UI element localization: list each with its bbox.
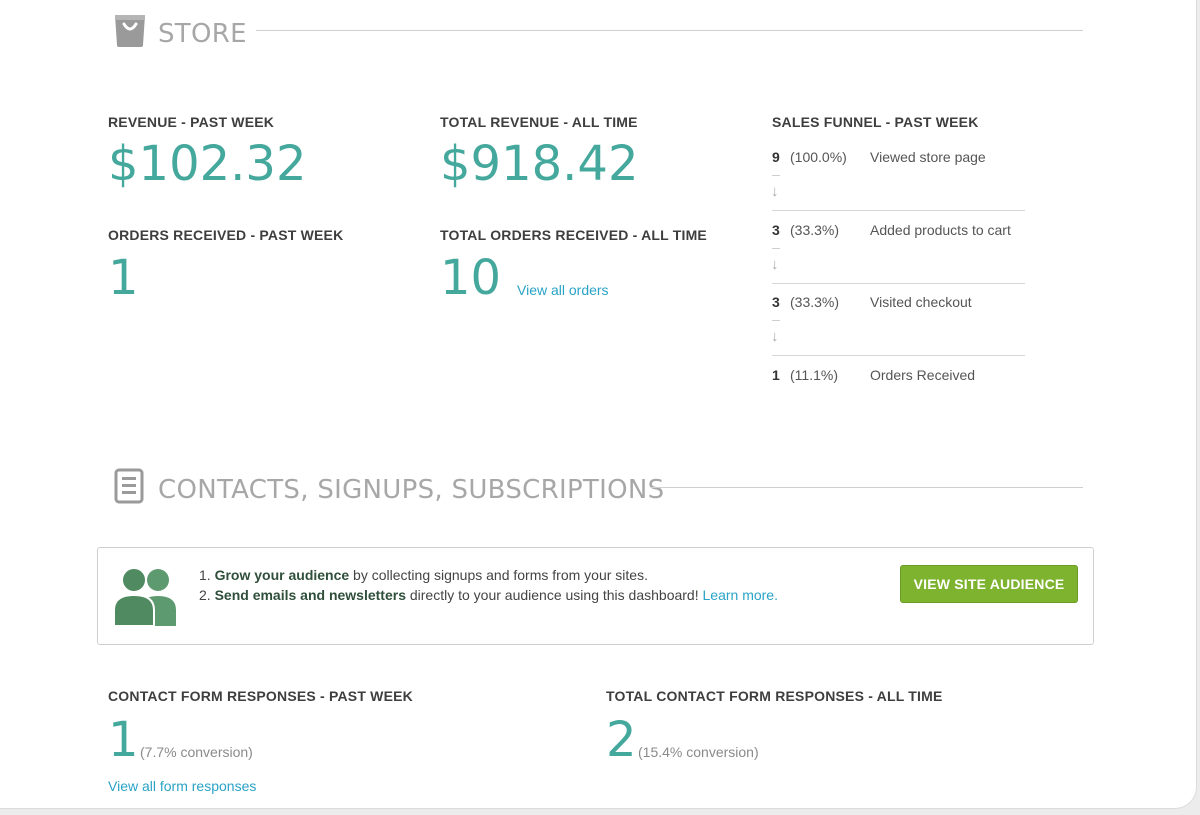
dashboard-panel: STORE REVENUE - PAST WEEK $102.32 TOTAL … (0, 0, 1197, 809)
audience-tip-1-number: 1. (199, 567, 211, 583)
responses-week-value: 1 (108, 712, 139, 768)
funnel-step-percent: (100.0%) (790, 149, 847, 165)
funnel-step: 3 (33.3%) Added products to cart (772, 222, 1011, 238)
funnel-connector (772, 175, 780, 176)
orders-week-value: 1 (108, 250, 139, 306)
revenue-week-value: $102.32 (108, 136, 307, 192)
funnel-step-count: 9 (772, 149, 780, 165)
funnel-step: 1 (11.1%) Orders Received (772, 367, 975, 383)
audience-tip-2-text: directly to your audience using this das… (405, 587, 699, 603)
down-arrow-icon: ↓ (771, 256, 779, 273)
funnel-step-description: Visited checkout (870, 294, 972, 310)
sales-funnel-label: SALES FUNNEL - PAST WEEK (772, 114, 979, 130)
revenue-week-label: REVENUE - PAST WEEK (108, 114, 275, 130)
funnel-step-description: Added products to cart (870, 222, 1011, 238)
view-all-form-responses-link[interactable]: View all form responses (108, 778, 256, 794)
store-section-title: STORE (158, 19, 247, 49)
orders-all-label: TOTAL ORDERS RECEIVED - ALL TIME (440, 227, 707, 243)
document-list-icon (114, 468, 144, 504)
funnel-step-percent: (11.1%) (790, 367, 838, 383)
funnel-step: 3 (33.3%) Visited checkout (772, 294, 972, 310)
audience-tip-1-text: by collecting signups and forms from you… (349, 567, 648, 583)
funnel-step-count: 3 (772, 222, 780, 238)
funnel-step-count: 1 (772, 367, 780, 383)
learn-more-link[interactable]: Learn more. (703, 587, 778, 603)
funnel-step-description: Orders Received (870, 367, 976, 383)
orders-all-value: 10 (440, 250, 502, 306)
audience-tip-2-bold: Send emails and newsletters (214, 587, 406, 603)
funnel-divider (772, 210, 1025, 211)
funnel-step-percent: (33.3%) (790, 222, 840, 238)
funnel-step: 9 (100.0%) Viewed store page (772, 149, 986, 165)
funnel-divider (772, 355, 1025, 356)
responses-week-conversion: (7.7% conversion) (140, 744, 253, 760)
responses-all-label: TOTAL CONTACT FORM RESPONSES - ALL TIME (606, 688, 943, 704)
funnel-divider (772, 283, 1025, 284)
view-all-orders-link[interactable]: View all orders (517, 282, 609, 298)
revenue-all-label: TOTAL REVENUE - ALL TIME (440, 114, 638, 130)
funnel-step-percent: (33.3%) (790, 294, 840, 310)
store-section-divider (256, 30, 1083, 31)
shopping-bag-icon (112, 12, 148, 48)
funnel-connector (772, 320, 780, 321)
contacts-section-divider (651, 487, 1083, 488)
funnel-step-description: Viewed store page (870, 149, 986, 165)
audience-tip-1: 1. Grow your audience by collecting sign… (199, 567, 648, 583)
view-site-audience-button[interactable]: VIEW SITE AUDIENCE (900, 565, 1078, 603)
responses-week-label: CONTACT FORM RESPONSES - PAST WEEK (108, 688, 413, 704)
revenue-all-value: $918.42 (440, 136, 639, 192)
people-icon (112, 566, 180, 628)
responses-all-value: 2 (606, 712, 637, 768)
funnel-connector (772, 248, 780, 249)
orders-week-label: ORDERS RECEIVED - PAST WEEK (108, 227, 344, 243)
audience-tip-2-number: 2. (199, 587, 211, 603)
contacts-section-title: CONTACTS, SIGNUPS, SUBSCRIPTIONS (158, 475, 665, 505)
responses-all-conversion: (15.4% conversion) (638, 744, 759, 760)
funnel-step-count: 3 (772, 294, 780, 310)
down-arrow-icon: ↓ (771, 328, 779, 345)
audience-info-box: 1. Grow your audience by collecting sign… (97, 547, 1094, 645)
audience-tip-1-bold: Grow your audience (214, 567, 350, 583)
down-arrow-icon: ↓ (771, 183, 779, 200)
audience-tip-2: 2. Send emails and newsletters directly … (199, 587, 778, 603)
